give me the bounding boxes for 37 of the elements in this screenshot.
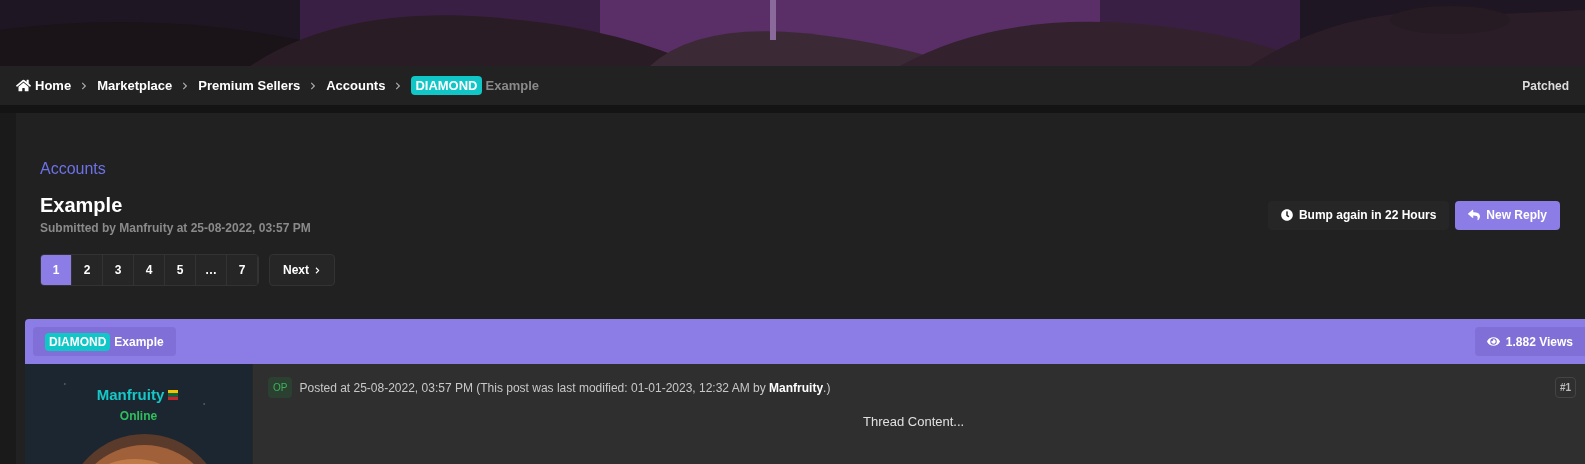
chevron-icon (394, 81, 403, 90)
breadcrumb-link[interactable]: Premium Sellers (198, 75, 301, 96)
breadcrumb-link[interactable]: Accounts (326, 75, 386, 96)
submitted-info: Submitted by Manfruity at 25-08-2022, 03:57 PM (40, 220, 311, 237)
op-badge: OP (268, 377, 293, 398)
chevron-icon (80, 81, 89, 90)
author-name[interactable]: Manfruity (96, 384, 165, 407)
views-count: 1.882 Views (1474, 327, 1585, 356)
bump-button[interactable]: Bump again in 22 Hours (1267, 200, 1450, 230)
post-title: Example (114, 333, 164, 351)
clock-icon (1280, 209, 1293, 221)
page-button[interactable]: … (196, 255, 227, 285)
reply-icon (1468, 209, 1481, 221)
page-button[interactable]: 4 (134, 255, 165, 285)
thread-title: Example (40, 193, 124, 217)
online-status: Online (119, 407, 158, 425)
home-icon (16, 78, 31, 93)
post-content: Thread Content... (863, 413, 965, 431)
breadcrumb-link[interactable]: Marketplace (97, 75, 173, 96)
chevron-icon (314, 266, 321, 274)
page-button[interactable]: 3 (103, 255, 134, 285)
forum-link[interactable]: Accounts (40, 157, 1561, 181)
breadcrumb-link[interactable]: Home (16, 75, 72, 96)
page-button[interactable]: 5 (165, 255, 196, 285)
post-number: #1 (1554, 377, 1576, 398)
flag-icon (166, 390, 181, 401)
post-meta: Posted at 25-08-2022, 03:57 PM (This post was last modified: 01-01-2023, 12:32 AM by Manfruity.) (299, 379, 831, 397)
chevron-icon (181, 81, 190, 90)
page-button[interactable]: 7 (227, 255, 258, 285)
chevron-icon (309, 81, 318, 90)
prefix-tag: DIAMOND (45, 332, 111, 351)
prefix-tag: DIAMOND (411, 75, 482, 96)
patched-label: Patched (1522, 77, 1569, 95)
page-button[interactable]: 2 (72, 255, 103, 285)
next-button[interactable]: Next (269, 254, 335, 286)
breadcrumb-current: Example (485, 76, 539, 95)
eye-icon (1486, 335, 1500, 348)
